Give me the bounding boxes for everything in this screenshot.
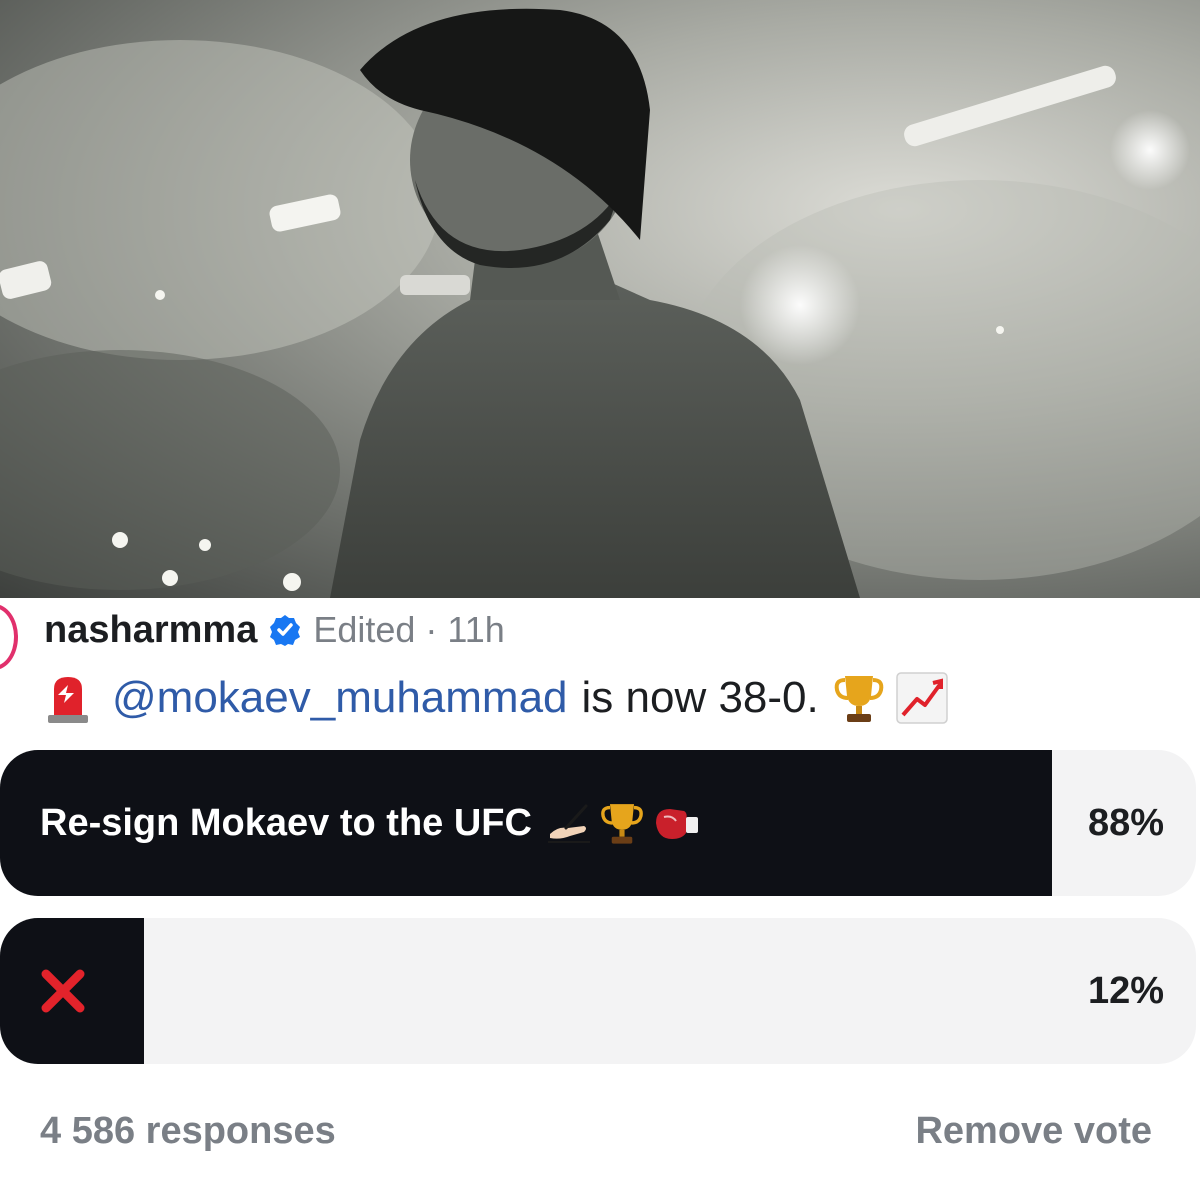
caption-text: is now 38-0.	[581, 673, 819, 722]
writing-hand-icon	[546, 800, 592, 846]
remove-vote-button[interactable]: Remove vote	[915, 1110, 1152, 1153]
trophy-icon	[831, 670, 887, 726]
post-meta: nasharmma Edited · 11h	[44, 608, 505, 652]
post-header: nasharmma Edited · 11h @mokaev_muhammad …	[0, 598, 1200, 748]
poll-option-1-label: Re-sign Mokaev to the UFC	[40, 801, 532, 844]
police-light-icon	[44, 671, 92, 725]
meta-separator: ·	[425, 609, 438, 650]
poll-option-1-content: Re-sign Mokaev to the UFC	[40, 750, 700, 896]
poll-option-2-percent: 12%	[1087, 969, 1164, 1012]
poll-option-1-percent: 88%	[1087, 801, 1164, 844]
cross-mark-icon	[40, 968, 86, 1014]
post-photo[interactable]	[0, 0, 1200, 598]
username[interactable]: nasharmma	[44, 609, 257, 652]
boxing-glove-icon	[652, 803, 700, 843]
trophy-icon	[598, 798, 646, 848]
poll-option-2[interactable]: 12%	[0, 918, 1196, 1064]
responses-count: 4 586 responses	[40, 1110, 336, 1152]
avatar[interactable]	[0, 604, 18, 670]
verified-badge-icon	[269, 614, 301, 646]
post-caption: @mokaev_muhammad is now 38-0.	[44, 670, 949, 726]
edited-label: Edited	[313, 609, 416, 650]
poll-option-2-content	[40, 918, 86, 1064]
post-time: 11h	[447, 609, 505, 650]
chart-increasing-icon	[895, 671, 949, 725]
mention-link[interactable]: @mokaev_muhammad	[112, 673, 568, 723]
poll-option-1[interactable]: Re-sign Mokaev to the UFC 88%	[0, 750, 1196, 896]
